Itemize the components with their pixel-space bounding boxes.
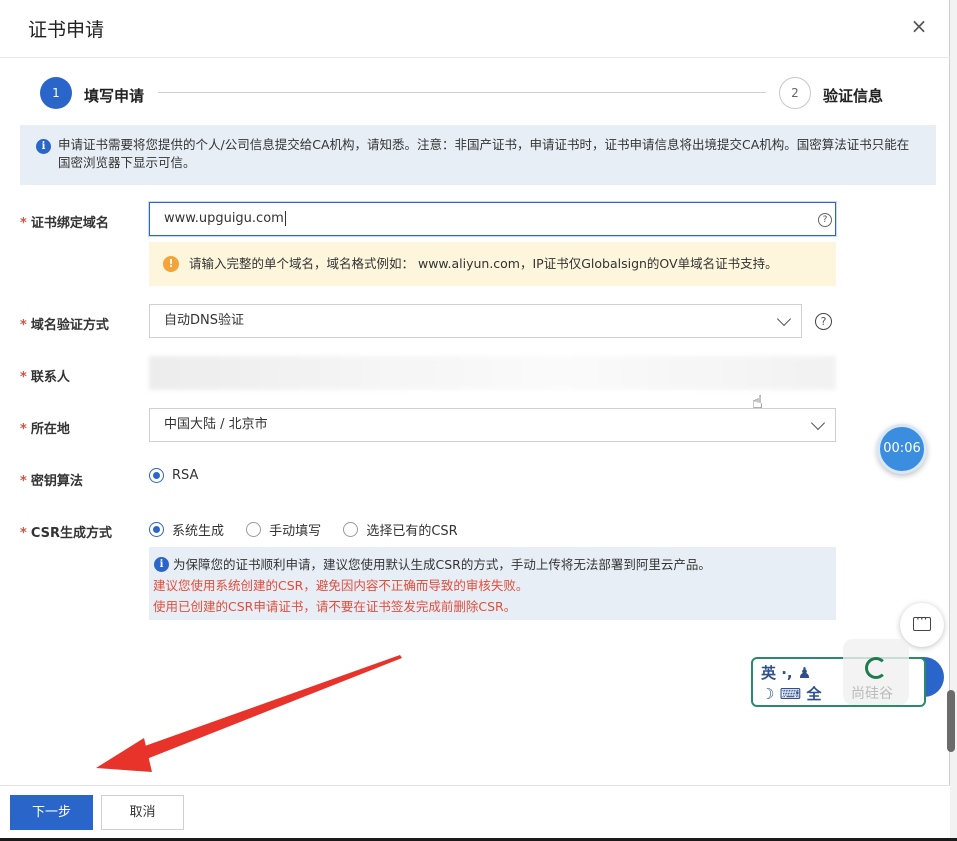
verify-method-select[interactable]: 自动DNS验证	[149, 304, 802, 338]
contact-select-blurred[interactable]	[149, 356, 836, 390]
step-1-label: 填写申请	[84, 87, 145, 105]
logo-ring-icon	[865, 657, 887, 679]
verify-method-label: * 域名验证方式	[20, 318, 109, 333]
dialog: 证书申请 × 1 填写申请 2 验证信息 i 申请证书需要将您提供的个人/公司信…	[0, 0, 950, 838]
verify-method-value: 自动DNS验证	[164, 313, 244, 328]
info-notice: i 申请证书需要将您提供的个人/公司信息提交给CA机构，请知悉。注意：非国产证书…	[20, 125, 936, 185]
dialog-header: 证书申请 ×	[0, 0, 950, 58]
radio-existing-csr[interactable]: 选择已有的CSR	[343, 520, 458, 539]
watermark-text: 尚硅谷	[851, 686, 893, 702]
csr-note-line3: 使用已创建的CSR申请证书，请不要在证书签发完成前删除CSR。	[153, 599, 517, 614]
chat-icon	[913, 612, 931, 631]
warning-icon: !	[163, 256, 179, 272]
csr-radio-group: 系统生成 手动填写 选择已有的CSR	[149, 520, 476, 540]
ime-row2: ☽ ⌨ 全	[761, 685, 822, 703]
step-divider	[158, 92, 766, 93]
verify-help-icon[interactable]: ?	[815, 313, 832, 330]
scrollbar-thumb[interactable]	[947, 690, 955, 752]
close-icon[interactable]: ×	[908, 15, 930, 37]
csr-note: i 为保障您的证书顺利申请，建议您使用默认生成CSR的方式，手动上传将无法部署到…	[149, 547, 836, 620]
contact-label: * 联系人	[20, 370, 70, 385]
ime-toolbar[interactable]: 英 ·, ♟ ☽ ⌨ 全 尚硅谷	[751, 639, 926, 707]
domain-label: * 证书绑定域名	[20, 216, 109, 231]
csr-label: * CSR生成方式	[20, 526, 112, 541]
notice-text: 申请证书需要将您提供的个人/公司信息提交给CA机构，请知悉。注意：非国产证书，申…	[58, 137, 910, 170]
arrow-head	[96, 738, 152, 772]
algorithm-label: * 密钥算法	[20, 474, 83, 489]
algorithm-radio-group: RSA	[149, 468, 216, 488]
chat-button[interactable]	[900, 603, 944, 647]
domain-warning: ! 请输入完整的单个域名，域名格式例如： www.aliyun.com，IP证书…	[149, 242, 836, 286]
help-icon[interactable]: ?	[818, 213, 832, 227]
domain-input-value: www.upguigu.com	[164, 211, 284, 226]
radio-rsa[interactable]: RSA	[149, 468, 198, 483]
info-icon: i	[36, 139, 51, 154]
radio-icon	[149, 522, 164, 537]
warning-text: 请输入完整的单个域名，域名格式例如： www.aliyun.com，IP证书仅G…	[189, 256, 778, 271]
step-2-label: 验证信息	[823, 87, 884, 105]
step-1-circle: 1	[40, 77, 72, 109]
domain-input[interactable]: www.upguigu.com ?	[149, 202, 836, 236]
chevron-down-icon	[810, 415, 826, 431]
location-value: 中国大陆 / 北京市	[164, 417, 268, 432]
dialog-footer: 下一步 取消	[0, 785, 950, 838]
recording-timer[interactable]: 00:06	[877, 424, 927, 474]
info-icon: i	[154, 557, 169, 572]
cancel-button[interactable]: 取消	[101, 795, 184, 830]
chevron-down-icon	[776, 311, 792, 327]
step-2-circle: 2	[779, 77, 811, 109]
radio-icon	[343, 522, 359, 537]
watermark-logo: 尚硅谷	[843, 639, 909, 705]
text-caret	[284, 211, 286, 226]
location-label: * 所在地	[20, 422, 70, 437]
radio-icon	[246, 522, 262, 537]
radio-system-generate[interactable]: 系统生成	[149, 520, 224, 539]
next-button[interactable]: 下一步	[10, 795, 93, 830]
step-indicator: 1 填写申请 2 验证信息	[0, 74, 950, 114]
required-mark: *	[20, 216, 27, 231]
csr-note-line2: 建议您使用系统创建的CSR，避免因内容不正确而导致的审核失败。	[153, 578, 529, 593]
radio-icon	[149, 468, 164, 483]
radio-manual[interactable]: 手动填写	[246, 520, 321, 539]
arrow-shaft	[128, 655, 402, 764]
dialog-title: 证书申请	[28, 19, 105, 41]
csr-note-line1: 为保障您的证书顺利申请，建议您使用默认生成CSR的方式，手动上传将无法部署到阿里…	[173, 557, 711, 572]
ime-row1: 英 ·, ♟	[761, 664, 812, 682]
location-select[interactable]: 中国大陆 / 北京市	[149, 408, 836, 442]
